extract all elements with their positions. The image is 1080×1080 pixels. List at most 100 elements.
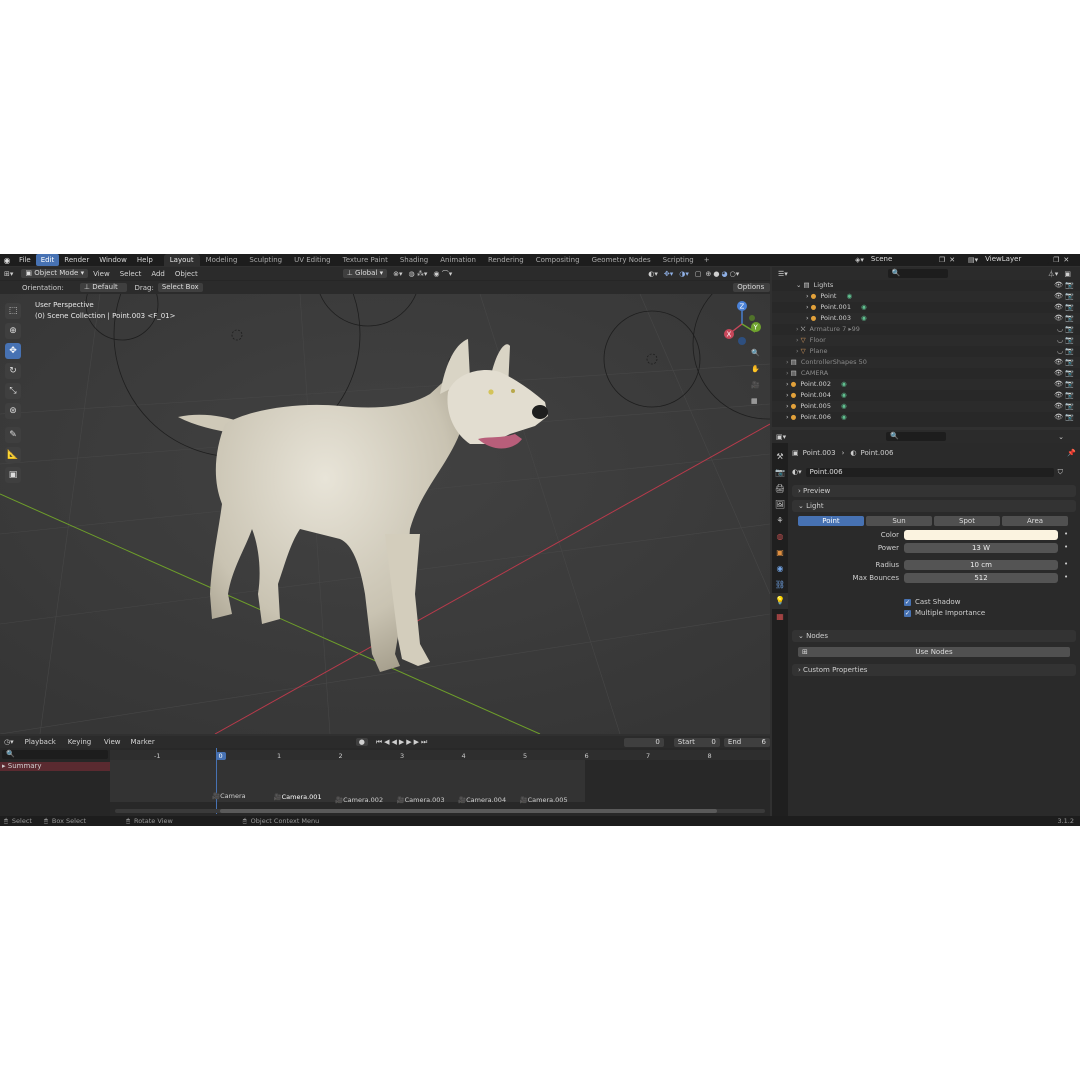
visibility-toggles[interactable]: 👁 📷 <box>1054 280 1074 291</box>
viewport-menu-view[interactable]: View <box>88 268 115 280</box>
summary-channel[interactable]: ▸ Summary <box>0 762 110 771</box>
workspace-tab-rendering[interactable]: Rendering <box>482 254 530 266</box>
xray-icon[interactable]: ▢ <box>695 270 702 278</box>
datablock-selector[interactable]: ◐▾ Point.006 ⛉ <box>792 466 1076 478</box>
transform-tool-icon[interactable]: ⊛ <box>5 403 21 419</box>
viewlayer-selector[interactable]: ▤▾ ViewLayer ❐ ✕ <box>968 255 1069 264</box>
workspace-tab-scripting[interactable]: Scripting <box>657 254 700 266</box>
datablock-name[interactable]: Point.006 <box>805 467 1054 477</box>
viewport-menu-select[interactable]: Select <box>115 268 147 280</box>
custom-properties-panel-header[interactable]: › Custom Properties <box>792 664 1076 676</box>
properties-search-input[interactable]: 🔍 <box>886 432 947 441</box>
annotate-tool-icon[interactable]: ✎ <box>5 427 21 443</box>
physics-tab-icon[interactable]: ◉ <box>772 561 788 577</box>
drag-dropdown[interactable]: Select Box ▾ <box>157 283 204 300</box>
dopesheet-area[interactable] <box>110 748 770 816</box>
move-tool-icon[interactable]: ✥ <box>5 343 21 359</box>
light-type-point[interactable]: Point <box>798 516 864 526</box>
outliner-row[interactable]: › ⛌ Armature 7 ▸99 ◡ 📷 <box>772 324 1080 335</box>
visibility-toggles[interactable]: ◡ 📷 <box>1057 324 1074 335</box>
shading-solid-icon[interactable]: ● <box>713 270 719 278</box>
workspace-tab-animation[interactable]: Animation <box>434 254 482 266</box>
scene-selector[interactable]: ◈▾ Scene ❐ ✕ <box>855 255 955 264</box>
workspace-tab-modeling[interactable]: Modeling <box>200 254 244 266</box>
new-collection-icon[interactable]: ▣ <box>1064 270 1071 278</box>
menu-file[interactable]: File <box>14 254 36 266</box>
visibility-toggles[interactable]: ◡ 📷 <box>1057 335 1074 346</box>
workspace-tab-uv-editing[interactable]: UV Editing <box>288 254 337 266</box>
outliner-search-input[interactable]: 🔍 <box>887 269 948 278</box>
camera-marker[interactable]: 🎥Camera <box>212 792 246 800</box>
orientation-dropdown[interactable]: ⊥ Global ▾ <box>342 269 388 278</box>
viewport-menu-object[interactable]: Object <box>170 268 203 280</box>
close-icon[interactable]: ✕ <box>949 256 955 264</box>
max-bounces-field[interactable]: 512 <box>904 573 1058 583</box>
shading-wireframe-icon[interactable]: ⊕ <box>706 270 712 278</box>
visibility-toggles[interactable]: 👁 📷 <box>1054 379 1074 390</box>
outliner-row[interactable]: ⌄ ▤ Lights 👁 📷 <box>772 280 1080 291</box>
tool-tab-icon[interactable]: ⚒ <box>772 449 788 465</box>
copy-icon[interactable]: ❐ <box>939 256 945 264</box>
output-tab-icon[interactable]: 🖨 <box>772 481 788 497</box>
expand-arrow-icon[interactable]: › <box>786 380 791 388</box>
timeline-scrollbar[interactable] <box>115 809 765 813</box>
filter-icon[interactable]: ⏃▾ <box>1048 269 1059 279</box>
outliner-row[interactable]: › ▤ ControllerShapes 50 👁 📷 <box>772 357 1080 368</box>
overlay-toggle-icon[interactable]: ◑▾ <box>679 270 689 278</box>
channel-search-input[interactable]: 🔍 <box>2 750 108 759</box>
pivot-icon[interactable]: ⊗▾ <box>393 270 402 278</box>
expand-arrow-icon[interactable]: › <box>786 391 791 399</box>
visibility-toggles[interactable]: 👁 📷 <box>1054 390 1074 401</box>
3d-viewport[interactable]: ⊞▾ ▣ Object Mode ▾ View Select Add Object ⊥… <box>0 267 770 734</box>
scene-tab-icon[interactable]: ⚘ <box>772 513 788 529</box>
menu-window[interactable]: Window <box>94 254 132 266</box>
object-tab-icon[interactable]: ▣ <box>772 545 788 561</box>
add-workspace-button[interactable]: + <box>704 256 710 264</box>
radius-field[interactable]: 10 cm <box>904 560 1058 570</box>
measure-tool-icon[interactable]: 📐 <box>5 447 21 463</box>
camera-marker[interactable]: 🎥Camera.001 <box>274 793 322 801</box>
outliner-row[interactable]: › ▽ Plane ◡ 📷 <box>772 346 1080 357</box>
camera-marker[interactable]: 🎥Camera.004 <box>458 796 506 804</box>
visibility-toggles[interactable]: 👁 📷 <box>1054 291 1074 302</box>
grid-icon[interactable]: ▦ <box>751 397 760 413</box>
timeline-editor-icon[interactable]: ◷▾ <box>4 738 14 746</box>
outliner-row[interactable]: › ● Point ◉ 👁 📷 <box>772 291 1080 302</box>
keyframe-dot-icon[interactable]: • <box>1064 530 1068 538</box>
expand-arrow-icon[interactable]: › <box>806 303 811 311</box>
pin-icon[interactable]: 📌 <box>1067 449 1076 457</box>
expand-arrow-icon[interactable]: › <box>806 314 811 322</box>
outliner-row[interactable]: › ● Point.001 ◉ 👁 📷 <box>772 302 1080 313</box>
visibility-toggles[interactable]: 👁 📷 <box>1054 302 1074 313</box>
camera-marker[interactable]: 🎥Camera.002 <box>335 796 383 804</box>
options-dropdown[interactable]: Options ▾ <box>733 283 770 300</box>
close-icon[interactable]: ✕ <box>1063 256 1069 264</box>
workspace-tab-compositing[interactable]: Compositing <box>530 254 586 266</box>
camera-view-icon[interactable]: 🎥 <box>751 381 760 397</box>
keyframe-dot-icon[interactable]: • <box>1064 560 1068 568</box>
start-frame-field[interactable]: Start 0 <box>673 737 720 747</box>
keyframe-dot-icon[interactable]: • <box>1064 573 1068 581</box>
color-swatch[interactable] <box>904 530 1058 540</box>
workspace-tab-shading[interactable]: Shading <box>394 254 434 266</box>
options-icon[interactable]: ⌄ <box>1058 433 1064 441</box>
camera-marker[interactable]: 🎥Camera.003 <box>397 796 445 804</box>
light-type-spot[interactable]: Spot <box>934 516 1000 526</box>
properties-editor-icon[interactable]: ▣▾ <box>776 433 786 441</box>
pan-hand-icon[interactable]: ✋ <box>751 365 760 381</box>
workspace-tab-layout[interactable]: Layout <box>163 254 200 266</box>
power-field[interactable]: 13 W <box>904 543 1058 553</box>
expand-arrow-icon[interactable]: › <box>786 413 791 421</box>
timeline-menu-keying[interactable]: Keying ▾ <box>63 736 99 758</box>
gizmo-toggle-icon[interactable]: ✥▾ <box>664 270 673 278</box>
outliner-editor-icon[interactable]: ☰▾ <box>778 270 788 278</box>
light-datablock-icon[interactable]: ◐▾ <box>792 468 802 476</box>
menu-edit[interactable]: Edit <box>35 254 60 266</box>
light-panel-header[interactable]: ⌄ Light <box>792 500 1076 512</box>
world-tab-icon[interactable]: ◍ <box>772 529 788 545</box>
outliner-row[interactable]: › ▤ CAMERA 👁 📷 <box>772 368 1080 379</box>
copy-icon[interactable]: ❐ <box>1053 256 1059 264</box>
editor-type-icon[interactable]: ⊞▾ <box>4 270 13 278</box>
timeline-menu-marker[interactable]: Marker <box>126 736 160 748</box>
visibility-toggles[interactable]: 👁 📷 <box>1054 368 1074 379</box>
